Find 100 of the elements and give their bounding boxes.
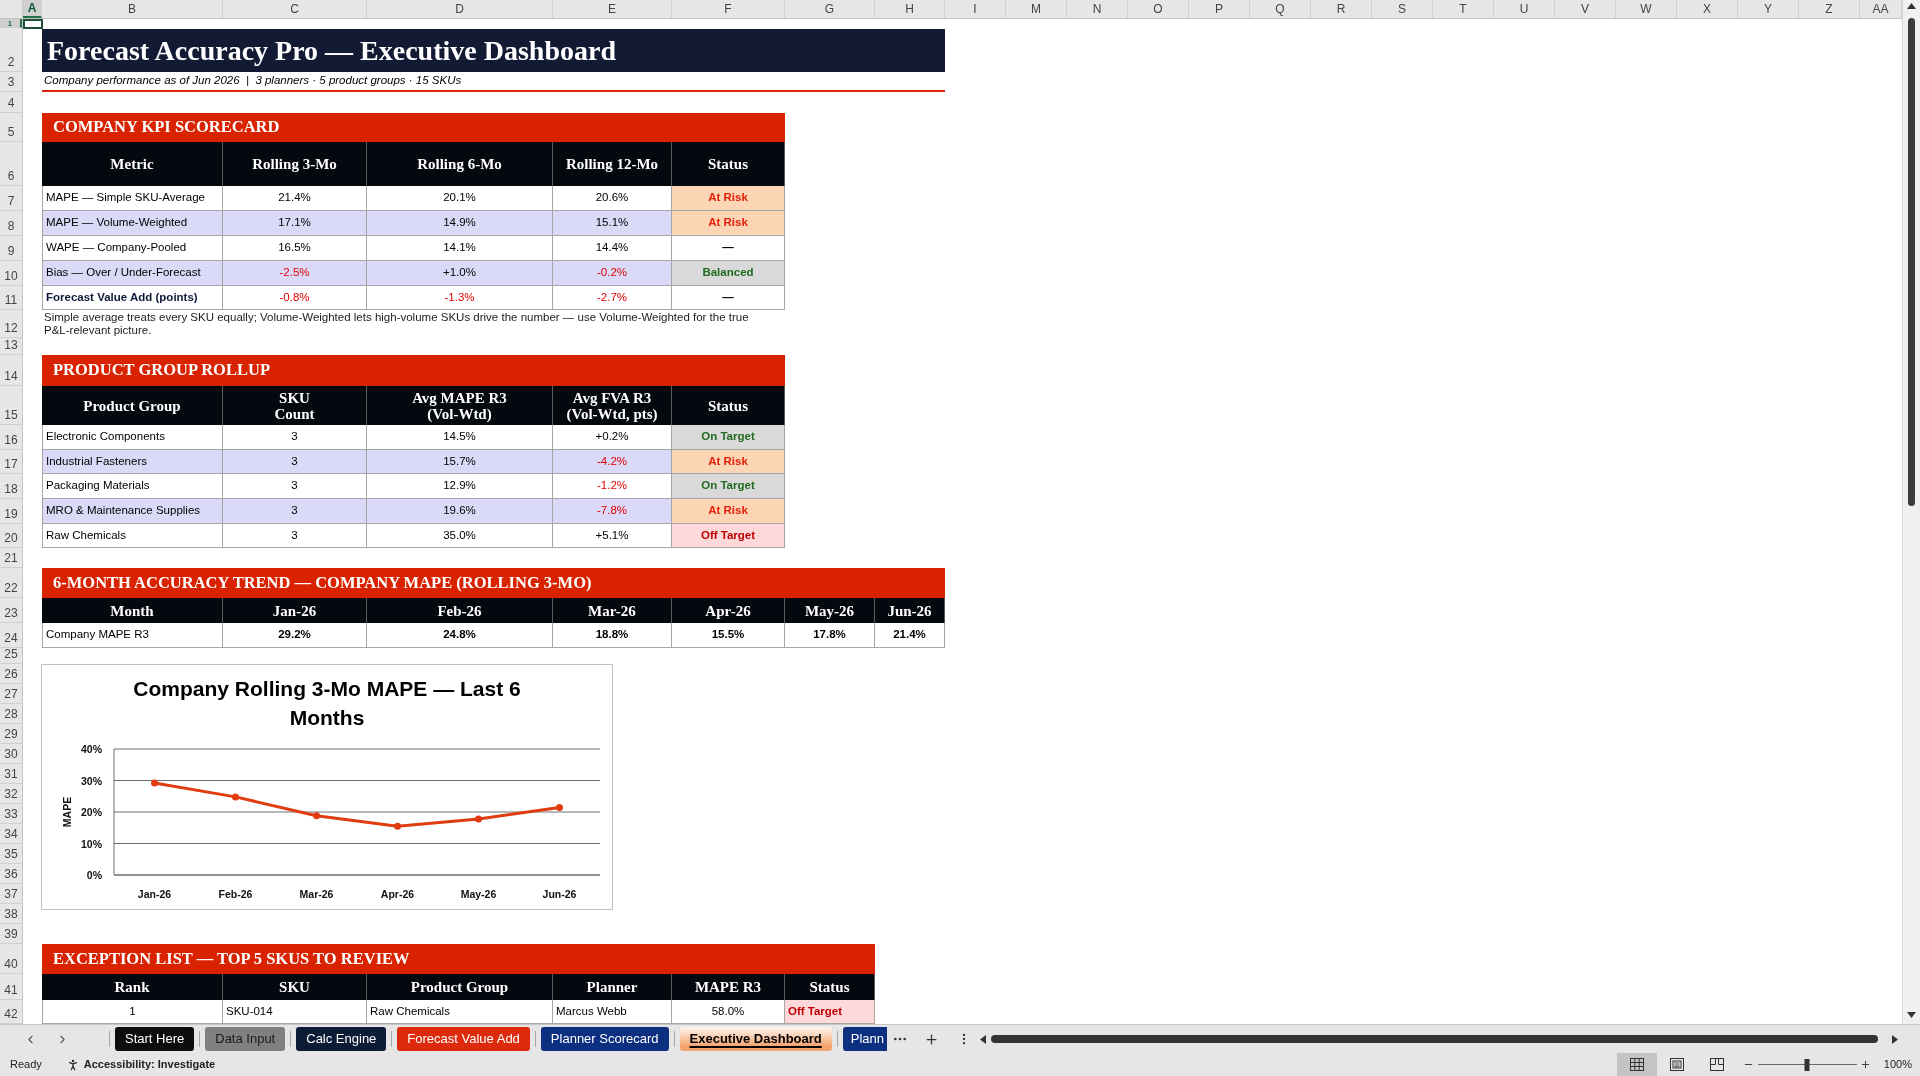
column-letter[interactable]: B — [42, 0, 223, 18]
column-letter[interactable]: G — [785, 0, 875, 18]
column-letter[interactable]: W — [1616, 0, 1677, 18]
row-number[interactable]: 13 — [0, 338, 22, 355]
table-cell: 3 — [223, 499, 367, 524]
scrollbar-thumb[interactable] — [991, 1035, 1878, 1043]
plus-icon[interactable] — [924, 1031, 939, 1047]
scroll-left-arrow-icon[interactable] — [980, 1034, 986, 1044]
scrollbar-thumb[interactable] — [1908, 18, 1915, 506]
row-number[interactable]: 38 — [0, 904, 22, 924]
column-letter[interactable]: U — [1494, 0, 1555, 18]
section-heading: 6-MONTH ACCURACY TREND — COMPANY MAPE (ROLLING 3-MO) — [42, 568, 945, 598]
row-number[interactable]: 14 — [0, 355, 22, 386]
row-number[interactable]: 7 — [0, 186, 22, 211]
data-point — [394, 822, 401, 830]
table-cell: 18.8% — [553, 623, 672, 648]
row-number[interactable]: 12 — [0, 310, 22, 338]
row-number[interactable]: 36 — [0, 864, 22, 884]
column-header: Product Group — [42, 386, 223, 425]
row-number[interactable]: 19 — [0, 499, 22, 524]
row-number[interactable]: 26 — [0, 664, 22, 684]
row-number[interactable]: 39 — [0, 924, 22, 944]
sheet-tab[interactable]: Plann — [842, 1027, 887, 1051]
table-cell: Raw Chemicals — [367, 1000, 553, 1024]
sheet-tab[interactable]: Data Input — [205, 1027, 286, 1051]
sheet-tab[interactable]: Forecast Value Add — [397, 1027, 530, 1051]
column-letter[interactable]: N — [1067, 0, 1128, 18]
column-letter[interactable]: D — [367, 0, 553, 18]
row-number[interactable]: 27 — [0, 684, 22, 704]
slider-thumb[interactable] — [1804, 1058, 1810, 1071]
table-cell: 14.1% — [367, 236, 553, 261]
table-cell: 15.7% — [367, 450, 553, 474]
column-header: Jan-26 — [223, 598, 367, 623]
column-letter[interactable]: O — [1128, 0, 1189, 18]
column-letter[interactable]: H — [875, 0, 945, 18]
row-number[interactable]: 3 — [0, 72, 22, 92]
axis-tick-label: May-26 — [460, 888, 497, 900]
row-number[interactable]: 22 — [0, 568, 22, 598]
column-letter[interactable]: R — [1311, 0, 1372, 18]
row-number[interactable]: 32 — [0, 784, 22, 804]
column-letter[interactable]: A — [23, 0, 42, 18]
column-header: SKU — [223, 974, 367, 1000]
row-number[interactable]: 16 — [0, 425, 22, 450]
axis-tick-label: 10% — [81, 837, 102, 850]
column-letter[interactable]: V — [1555, 0, 1616, 18]
selected-cell[interactable] — [23, 19, 43, 29]
row-number[interactable]: 25 — [0, 648, 22, 664]
table-cell: Raw Chemicals — [42, 524, 223, 548]
row-number[interactable]: 41 — [0, 974, 22, 1000]
row-number[interactable]: 18 — [0, 474, 22, 499]
row-number[interactable]: 15 — [0, 386, 22, 425]
accessibility-status[interactable]: Accessibility: Investigate — [83, 1056, 216, 1073]
row-number[interactable]: 21 — [0, 548, 22, 568]
row-number[interactable]: 35 — [0, 844, 22, 864]
row-number[interactable]: 30 — [0, 744, 22, 764]
row-number[interactable]: 37 — [0, 884, 22, 904]
row-number[interactable]: 28 — [0, 704, 22, 724]
scroll-down-arrow-icon[interactable] — [1907, 1012, 1916, 1018]
plus-icon[interactable] — [1859, 1059, 1871, 1070]
scroll-right-arrow-icon[interactable] — [1892, 1034, 1898, 1044]
row-number[interactable]: 17 — [0, 450, 22, 474]
row-number[interactable]: 24 — [0, 623, 22, 648]
row-number[interactable]: 20 — [0, 524, 22, 548]
row-number[interactable]: 33 — [0, 804, 22, 824]
row-number[interactable]: 23 — [0, 598, 22, 623]
row-number[interactable]: 29 — [0, 724, 22, 744]
column-letter[interactable]: Y — [1738, 0, 1799, 18]
row-number[interactable]: 2 — [0, 28, 22, 72]
row-number[interactable]: 34 — [0, 824, 22, 844]
sheet-tab[interactable]: Executive Dashboard — [679, 1027, 832, 1051]
column-letter[interactable]: P — [1189, 0, 1250, 18]
sheet-tab[interactable]: Start Here — [115, 1027, 195, 1051]
column-letter[interactable]: X — [1677, 0, 1738, 18]
data-point — [232, 793, 239, 801]
row-number[interactable]: 11 — [0, 286, 22, 310]
column-letter[interactable]: F — [672, 0, 785, 18]
table-cell: MAPE — Simple SKU-Average — [42, 186, 223, 211]
row-number[interactable]: 10 — [0, 261, 22, 286]
row-number[interactable]: 31 — [0, 764, 22, 784]
sheet-tab[interactable]: Calc Engine — [296, 1027, 387, 1051]
row-number[interactable]: 40 — [0, 944, 22, 974]
column-letter[interactable]: I — [945, 0, 1006, 18]
row-number[interactable]: 6 — [0, 142, 22, 186]
column-letter[interactable]: C — [223, 0, 367, 18]
row-number[interactable]: 8 — [0, 211, 22, 236]
column-letter[interactable]: M — [1006, 0, 1067, 18]
scroll-up-arrow-icon[interactable] — [1907, 3, 1916, 9]
row-number[interactable]: 4 — [0, 92, 22, 113]
column-letter[interactable]: E — [553, 0, 672, 18]
zoom-level[interactable]: 100% — [1883, 1056, 1912, 1073]
column-letter[interactable]: T — [1433, 0, 1494, 18]
chart-title: Company Rolling 3-Mo MAPE — Last 6 Months — [132, 676, 522, 731]
view-button[interactable] — [1616, 1053, 1657, 1076]
row-number[interactable]: 5 — [0, 113, 22, 142]
axis-tick-label: Feb-26 — [218, 888, 253, 900]
sheet-tab[interactable]: Planner Scorecard — [540, 1027, 669, 1051]
column-letter[interactable]: Z — [1799, 0, 1860, 18]
column-letter[interactable]: S — [1372, 0, 1433, 18]
row-number[interactable]: 9 — [0, 236, 22, 261]
column-letter[interactable]: Q — [1250, 0, 1311, 18]
